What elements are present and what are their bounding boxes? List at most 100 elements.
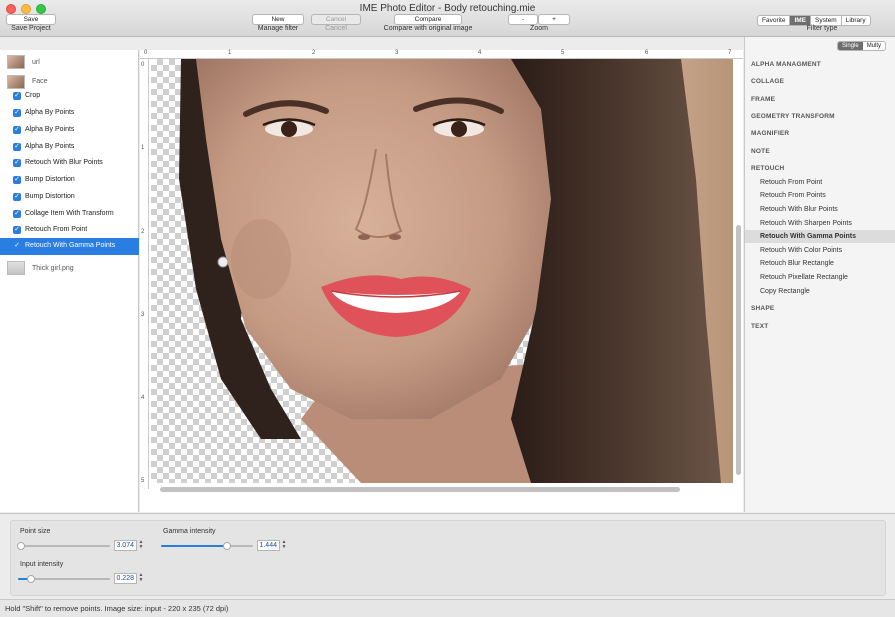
filter-item[interactable]: Retouch With Sharpen Points xyxy=(745,217,895,230)
filter-type-favorite[interactable]: Favorite xyxy=(758,16,791,25)
category-collage[interactable]: COLLAGE xyxy=(745,75,895,88)
manage-filter-label: Manage filter xyxy=(257,25,299,32)
filter-type-system[interactable]: System xyxy=(811,16,842,25)
checkbox-icon[interactable]: ✓ xyxy=(13,159,21,167)
layer-item-label: Retouch From Point xyxy=(25,226,88,233)
layer-item[interactable]: ✓ Retouch With Blur Points xyxy=(0,155,139,172)
layer-thumbnail xyxy=(7,261,25,275)
layer-item[interactable]: ✓ Alpha By Points xyxy=(0,122,139,139)
filter-mode-selector: Single Multy xyxy=(837,41,887,51)
filter-item[interactable]: Retouch From Points xyxy=(745,189,895,202)
status-text: Hold "Shift" to remove points. Image siz… xyxy=(5,604,229,613)
layer-item[interactable]: ✓ Collage Item With Transform xyxy=(0,206,139,223)
compare-button[interactable]: Compare xyxy=(394,14,462,25)
layer-item[interactable]: ✓ Crop xyxy=(0,88,139,105)
vertical-scrollbar[interactable] xyxy=(736,225,741,475)
category-frame[interactable]: FRAME xyxy=(745,93,895,106)
canvas-area: 0 1 2 3 4 5 6 7 0 1 2 3 4 5 xyxy=(140,50,743,512)
input-intensity-slider[interactable] xyxy=(18,575,110,583)
layer-group-thick-girl[interactable]: Thick girl.png xyxy=(0,258,139,278)
gamma-intensity-slider[interactable] xyxy=(161,542,253,550)
checkbox-icon[interactable]: ✓ xyxy=(13,226,21,234)
layer-item-label: Bump Distortion xyxy=(25,176,75,183)
layer-item[interactable]: ✓ Bump Distortion xyxy=(0,189,139,206)
mode-multy[interactable]: Multy xyxy=(863,42,885,50)
layer-item-label: Bump Distortion xyxy=(25,193,75,200)
category-note[interactable]: NOTE xyxy=(745,145,895,158)
point-size-slider[interactable] xyxy=(16,542,110,550)
ruler-tick-label: 2 xyxy=(141,229,145,235)
ruler-tick-label: 0 xyxy=(141,62,145,68)
layer-item-selected[interactable]: ✓ Retouch With Gamma Points xyxy=(0,238,139,255)
input-intensity-stepper-icon[interactable]: ▲ ▼ xyxy=(138,573,144,584)
vertical-ruler: 0 1 2 3 4 5 xyxy=(140,59,149,489)
new-filter-button[interactable]: New xyxy=(252,14,304,25)
filter-item[interactable]: Copy Rectangle xyxy=(745,285,895,298)
input-intensity-value[interactable]: 0.228 xyxy=(114,573,137,584)
filter-type-library[interactable]: Library xyxy=(842,16,870,25)
checkbox-icon[interactable]: ✓ xyxy=(13,126,21,134)
layer-item[interactable]: ✓ Retouch From Point xyxy=(0,222,139,239)
filter-item[interactable]: Retouch Blur Rectangle xyxy=(745,257,895,270)
category-text[interactable]: TEXT xyxy=(745,320,895,333)
point-size-label: Point size xyxy=(20,528,51,535)
compare-label: Compare with original image xyxy=(383,25,473,32)
cancel-button[interactable]: Cancel xyxy=(311,14,361,25)
filter-type-ime[interactable]: IME xyxy=(790,16,812,25)
checkbox-icon[interactable]: ✓ xyxy=(13,143,21,151)
gamma-intensity-value[interactable]: 1.444 xyxy=(257,540,280,551)
layer-group-label: url xyxy=(32,59,40,66)
layer-item-label: Retouch With Blur Points xyxy=(25,159,103,166)
checkbox-icon[interactable]: ✓ xyxy=(13,176,21,184)
checkbox-icon[interactable]: ✓ xyxy=(13,193,21,201)
zoom-in-button[interactable]: + xyxy=(538,14,570,25)
filter-item[interactable]: Retouch With Color Points xyxy=(745,244,895,257)
mode-single[interactable]: Single xyxy=(838,42,863,50)
category-shape[interactable]: SHAPE xyxy=(745,302,895,315)
zoom-out-button[interactable]: - xyxy=(508,14,538,25)
category-retouch[interactable]: RETOUCH xyxy=(745,162,895,175)
ruler-tick-label: 1 xyxy=(141,145,145,151)
point-size-stepper-icon[interactable]: ▲ ▼ xyxy=(138,540,144,551)
slider-knob[interactable] xyxy=(16,542,25,550)
layers-panel: url Face ✓ Crop ✓ Alpha By Points ✓ Alph… xyxy=(0,50,139,512)
layer-thumbnail xyxy=(7,55,25,69)
filter-type-label: Filter type xyxy=(806,25,838,32)
window-title: IME Photo Editor - Body retouching.mie xyxy=(359,3,536,14)
ruler-tick-label: 3 xyxy=(141,312,145,318)
layer-item-label: Alpha By Points xyxy=(25,109,75,116)
ruler-tick-label: 2 xyxy=(312,50,316,56)
ruler-tick-label: 4 xyxy=(141,395,145,401)
photo-canvas[interactable] xyxy=(151,59,733,483)
save-button[interactable]: Save xyxy=(6,14,56,25)
filter-item[interactable]: Retouch Pixellate Rectangle xyxy=(745,271,895,284)
horizontal-scrollbar[interactable] xyxy=(160,487,680,492)
filter-item-selected[interactable]: Retouch With Gamma Points xyxy=(745,230,895,243)
category-magnifier[interactable]: MAGNIFIER xyxy=(745,127,895,140)
checkbox-icon[interactable]: ✓ xyxy=(13,242,21,250)
status-bar: Hold "Shift" to remove points. Image siz… xyxy=(0,599,895,617)
gamma-intensity-stepper-icon[interactable]: ▲ ▼ xyxy=(281,540,287,551)
ruler-tick-label: 7 xyxy=(728,50,732,56)
layer-item[interactable]: ✓ Alpha By Points xyxy=(0,139,139,156)
layer-item-label: Crop xyxy=(25,92,41,99)
checkbox-icon[interactable]: ✓ xyxy=(13,109,21,117)
category-geometry[interactable]: GEOMETRY TRANSFORM xyxy=(745,110,895,123)
layer-group-url[interactable]: url xyxy=(0,52,139,72)
filters-panel: Single Multy ALPHA MANAGMENT COLLAGE FRA… xyxy=(744,37,895,512)
layer-item[interactable]: ✓ Bump Distortion xyxy=(0,172,139,189)
point-size-value[interactable]: 3.074 xyxy=(114,540,137,551)
portrait-image xyxy=(179,59,733,483)
ruler-tick-label: 5 xyxy=(561,50,565,56)
category-alpha[interactable]: ALPHA MANAGMENT xyxy=(745,58,895,71)
layer-item[interactable]: ✓ Alpha By Points xyxy=(0,105,139,122)
slider-knob[interactable] xyxy=(26,575,35,583)
layer-item-label: Retouch With Gamma Points xyxy=(25,242,116,249)
filter-item[interactable]: Retouch From Point xyxy=(745,176,895,189)
filter-item[interactable]: Retouch With Blur Points xyxy=(745,203,895,216)
checkbox-icon[interactable]: ✓ xyxy=(13,92,21,100)
checkbox-icon[interactable]: ✓ xyxy=(13,210,21,218)
gamma-intensity-label: Gamma intensity xyxy=(163,528,216,535)
slider-knob[interactable] xyxy=(223,542,232,550)
ruler-tick-label: 3 xyxy=(395,50,399,56)
